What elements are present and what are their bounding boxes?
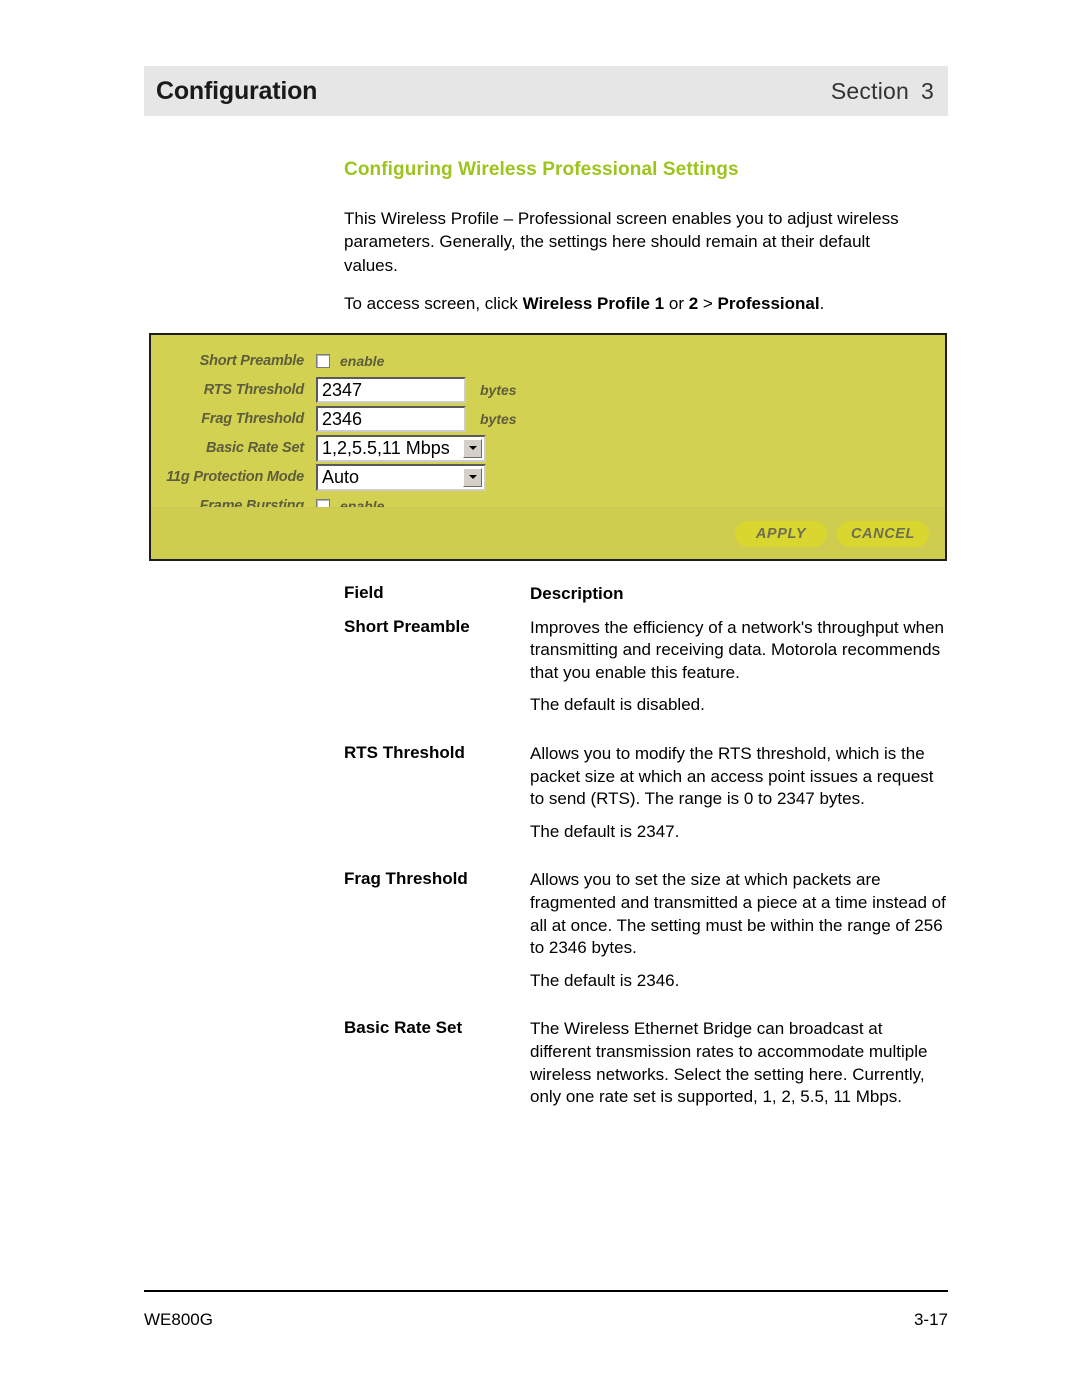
- table-row: RTS Threshold Allows you to modify the R…: [344, 743, 948, 843]
- label-frag-threshold: Frag Threshold: [201, 411, 304, 427]
- running-header: Configuration Section 3: [144, 66, 948, 116]
- table-row: Frag Threshold Allows you to set the siz…: [344, 869, 948, 992]
- intro-paragraph: This Wireless Profile – Professional scr…: [344, 208, 899, 275]
- rts-threshold-input[interactable]: 2347: [316, 377, 466, 403]
- control-11g-protection-mode: Auto: [316, 463, 486, 491]
- label-rts-threshold: RTS Threshold: [203, 382, 304, 398]
- access-path-profile: Wireless Profile 1: [522, 294, 665, 314]
- control-basic-rate-set: 1,2,5.5,11 Mbps: [316, 434, 486, 462]
- control-short-preamble: enable: [316, 353, 384, 369]
- description-paragraph: Improves the efficiency of a network's t…: [530, 617, 944, 682]
- field-description-table: Field Description Short Preamble Improve…: [344, 583, 948, 1109]
- footer-divider: [144, 1290, 948, 1292]
- field-name-rts-threshold: RTS Threshold: [344, 742, 465, 762]
- field-row-11g-protection-mode: 11g Protection Mode Auto: [151, 463, 945, 491]
- field-description-rts-threshold: Allows you to modify the RTS threshold, …: [530, 743, 948, 843]
- control-rts-threshold: 2347 bytes: [316, 377, 517, 403]
- access-suffix: .: [819, 294, 825, 314]
- basic-rate-set-dropdown[interactable]: 1,2,5.5,11 Mbps: [316, 434, 486, 462]
- chevron-down-icon[interactable]: [463, 438, 482, 458]
- table-row: Short Preamble Improves the efficiency o…: [344, 617, 948, 717]
- apply-button[interactable]: APPLY: [735, 520, 827, 547]
- description-default: The default is 2346.: [530, 970, 680, 990]
- column-header-field: Field: [344, 583, 384, 602]
- cancel-button[interactable]: CANCEL: [837, 520, 929, 547]
- field-name-short-preamble: Short Preamble: [344, 616, 470, 636]
- field-row-basic-rate-set: Basic Rate Set 1,2,5.5,11 Mbps: [151, 434, 945, 462]
- table-row: Basic Rate Set The Wireless Ethernet Bri…: [344, 1018, 948, 1108]
- field-row-short-preamble: Short Preamble enable: [151, 347, 945, 375]
- basic-rate-set-value: 1,2,5.5,11 Mbps: [322, 437, 450, 458]
- description-default: The default is disabled.: [530, 695, 705, 715]
- settings-form: Short Preamble enable RTS Threshold 2347…: [151, 335, 945, 514]
- field-row-rts-threshold: RTS Threshold 2347 bytes: [151, 376, 945, 404]
- rts-threshold-unit: bytes: [480, 382, 517, 398]
- label-11g-protection-mode: 11g Protection Mode: [166, 469, 304, 485]
- panel-action-bar: APPLY CANCEL: [151, 508, 945, 559]
- description-default: The default is 2347.: [530, 821, 680, 841]
- frag-threshold-input[interactable]: 2346: [316, 406, 466, 432]
- section-heading: Configuring Wireless Professional Settin…: [344, 159, 739, 180]
- column-header-description: Description: [530, 584, 624, 603]
- footer-page-number: 3-17: [913, 1310, 948, 1329]
- section-number: 3: [921, 77, 934, 104]
- field-row-frag-threshold: Frag Threshold 2346 bytes: [151, 405, 945, 433]
- label-basic-rate-set: Basic Rate Set: [206, 440, 304, 456]
- access-mid: or: [664, 294, 689, 314]
- field-description-basic-rate-set: The Wireless Ethernet Bridge can broadca…: [530, 1018, 948, 1108]
- access-prefix: To access screen, click: [344, 294, 523, 314]
- description-paragraph: Allows you to modify the RTS threshold, …: [530, 743, 934, 809]
- label-short-preamble: Short Preamble: [199, 353, 305, 369]
- router-settings-screenshot: Short Preamble enable RTS Threshold 2347…: [149, 333, 947, 561]
- protection-mode-value: Auto: [322, 466, 360, 487]
- intro-content: Configuring Wireless Professional Settin…: [344, 159, 948, 316]
- access-path-two: 2: [688, 294, 699, 314]
- description-paragraph: Allows you to set the size at which pack…: [530, 870, 946, 958]
- frag-threshold-unit: bytes: [480, 411, 517, 427]
- field-name-basic-rate-set: Basic Rate Set: [344, 1018, 463, 1038]
- control-frag-threshold: 2346 bytes: [316, 406, 517, 432]
- footer-model: WE800G: [144, 1310, 213, 1329]
- section-indicator: Section 3: [831, 78, 934, 105]
- access-separator: >: [698, 294, 718, 314]
- short-preamble-enable-label: enable: [340, 353, 385, 369]
- page-footer: WE800G 3-17: [144, 1310, 948, 1330]
- protection-mode-dropdown[interactable]: Auto: [316, 463, 486, 491]
- field-name-frag-threshold: Frag Threshold: [344, 869, 468, 889]
- chevron-down-icon[interactable]: [463, 467, 482, 487]
- table-header-row: Field Description: [344, 583, 948, 606]
- field-description-short-preamble: Improves the efficiency of a network's t…: [530, 617, 948, 717]
- section-label: Section: [830, 77, 909, 104]
- page-title: Configuration: [156, 76, 318, 105]
- description-paragraph: The Wireless Ethernet Bridge can broadca…: [530, 1019, 928, 1107]
- field-description-frag-threshold: Allows you to set the size at which pack…: [530, 869, 948, 992]
- access-path-professional: Professional: [717, 294, 820, 314]
- short-preamble-checkbox[interactable]: [316, 354, 330, 368]
- access-instruction: To access screen, click Wireless Profile…: [344, 292, 916, 316]
